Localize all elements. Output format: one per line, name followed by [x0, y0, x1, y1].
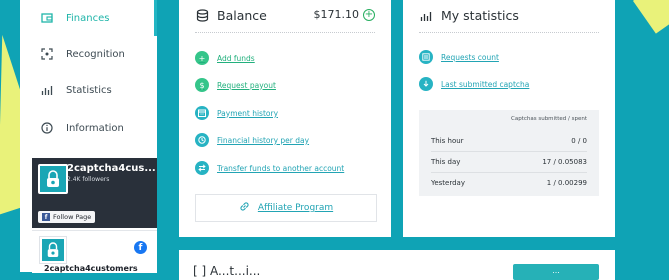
- balance-title: Balance: [217, 8, 267, 23]
- row-value: 1 / 0.00299: [546, 179, 587, 187]
- calendar-icon: [195, 106, 209, 120]
- transfer-icon: [195, 161, 209, 175]
- row-divider: [431, 151, 587, 152]
- link-label: Financial history per day: [217, 135, 310, 145]
- sidebar-item-finances[interactable]: Finances: [20, 0, 157, 36]
- sidebar-item-label: Statistics: [66, 84, 112, 96]
- requests-count-link[interactable]: Requests count: [419, 50, 499, 64]
- facebook-post-preview[interactable]: f 2captcha4customers: [32, 230, 157, 273]
- row-divider: [431, 172, 587, 173]
- add-funds-plus-icon[interactable]: +: [363, 8, 375, 21]
- bar-chart-icon: [40, 83, 54, 97]
- payment-history-link[interactable]: Payment history: [195, 106, 278, 120]
- link-label: Request payout: [217, 80, 276, 90]
- next-section-card: [ ] A...t...i... ...: [179, 250, 615, 280]
- row-period: Yesterday: [431, 179, 465, 187]
- history-icon: [195, 133, 209, 147]
- captcha-stats-table: Captchas submitted / spent This hour 0 /…: [419, 110, 599, 196]
- download-icon: [419, 77, 433, 91]
- scan-icon: [40, 47, 54, 61]
- row-period: This day: [431, 158, 461, 166]
- divider: [419, 32, 599, 33]
- table-row: Yesterday 1 / 0.00299: [431, 179, 587, 187]
- statistics-header: My statistics: [419, 8, 519, 23]
- bar-chart-icon: [419, 9, 433, 23]
- list-icon: [419, 50, 433, 64]
- table-title: Captchas submitted / spent: [510, 116, 587, 122]
- transfer-funds-link[interactable]: Transfer funds to another account: [195, 161, 344, 175]
- request-payout-link[interactable]: $ Request payout: [195, 78, 276, 92]
- statistics-title: My statistics: [441, 8, 519, 23]
- facebook-icon: f: [42, 213, 50, 221]
- balance-value: $171.10: [313, 8, 360, 21]
- section-title: [ ] A...t...i...: [193, 264, 261, 278]
- sidebar-item-label: Recognition: [66, 48, 125, 60]
- financial-history-link[interactable]: Financial history per day: [195, 133, 309, 147]
- balance-card: Balance $171.10 + + Add funds $ Request …: [179, 0, 391, 237]
- last-captcha-link[interactable]: Last submitted captcha: [419, 77, 529, 91]
- facebook-page-widget[interactable]: 2captcha4cus... 2.4K followers f Follow …: [32, 158, 157, 228]
- link-label: Add funds: [217, 53, 255, 63]
- row-value: 17 / 0.05083: [542, 158, 587, 166]
- row-value: 0 / 0: [571, 137, 587, 145]
- link-label: Requests count: [441, 52, 499, 62]
- coins-icon: [195, 9, 209, 23]
- section-action-button[interactable]: ...: [513, 264, 599, 280]
- lock-icon: [38, 164, 68, 194]
- facebook-logo-icon: f: [134, 241, 147, 254]
- sidebar-item-information[interactable]: Information: [20, 110, 157, 146]
- link-label: Transfer funds to another account: [217, 163, 345, 173]
- facebook-page-name[interactable]: 2captcha4cus...: [67, 163, 156, 174]
- row-period: This hour: [431, 137, 464, 145]
- table-row: This hour 0 / 0: [431, 137, 587, 145]
- link-label: Last submitted captcha: [441, 79, 530, 89]
- wallet-icon: [40, 11, 54, 25]
- balance-amount: $171.10 +: [313, 8, 375, 21]
- sidebar-item-label: Information: [66, 122, 124, 134]
- follow-page-button[interactable]: f Follow Page: [38, 211, 96, 223]
- statistics-card: My statistics Requests count Last submit…: [403, 0, 615, 237]
- plus-icon: +: [195, 51, 209, 65]
- facebook-followers: 2.4K followers: [67, 176, 110, 183]
- lock-icon: [40, 237, 66, 263]
- sidebar-item-recognition[interactable]: Recognition: [20, 36, 157, 72]
- dollar-icon: $: [195, 78, 209, 92]
- decor-stripe-right: [632, 0, 669, 34]
- table-row: This day 17 / 0.05083: [431, 158, 587, 166]
- affiliate-program-button[interactable]: Affiliate Program: [195, 194, 377, 222]
- sidebar-item-statistics[interactable]: Statistics: [20, 72, 157, 108]
- divider: [195, 32, 375, 33]
- balance-header: Balance: [195, 8, 267, 23]
- link-chain-icon: [239, 201, 250, 215]
- link-label: Payment history: [217, 108, 279, 118]
- add-funds-link[interactable]: + Add funds: [195, 51, 255, 65]
- info-icon: [40, 121, 54, 135]
- follow-page-label: Follow Page: [53, 213, 92, 221]
- sidebar-item-label: Finances: [66, 12, 110, 24]
- affiliate-label: Affiliate Program: [257, 203, 334, 213]
